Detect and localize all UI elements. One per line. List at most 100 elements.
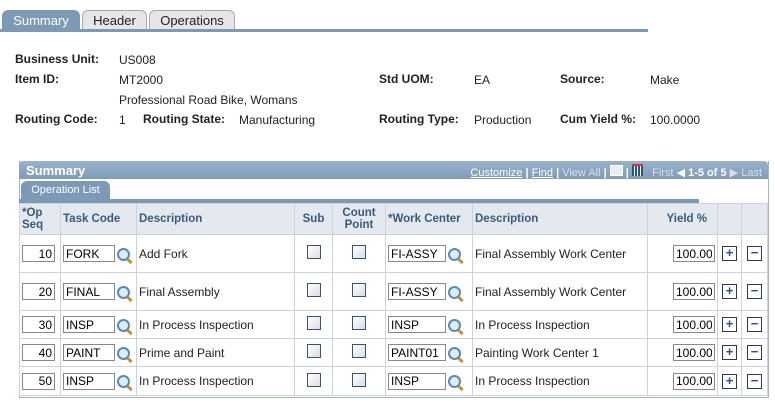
col-work-center: *Work Center xyxy=(385,203,473,235)
table-row: In Process Inspection In Process Inspect… xyxy=(19,366,768,396)
work-center-description: In Process Inspection xyxy=(472,310,648,339)
col-task-code: Task Code xyxy=(60,203,137,235)
lookup-icon[interactable] xyxy=(448,375,461,389)
col-op-seq: *Op Seq xyxy=(19,203,61,235)
task-code-input[interactable] xyxy=(63,245,115,262)
table-row: Final Assembly Final Assembly Work Cente… xyxy=(19,272,768,311)
op-seq-input[interactable] xyxy=(22,344,55,361)
sub-checkbox[interactable] xyxy=(306,344,321,358)
work-center-input[interactable] xyxy=(388,372,446,390)
page-tabs: Summary Header Operations xyxy=(0,8,648,30)
grid-nav: Customize | Find | View All | | First ◀ … xyxy=(470,164,762,179)
lookup-icon[interactable] xyxy=(448,318,461,332)
col-sub: Sub xyxy=(294,203,333,235)
count-point-checkbox[interactable] xyxy=(352,316,366,330)
count-point-checkbox[interactable] xyxy=(352,283,366,297)
delete-row-icon[interactable]: − xyxy=(747,345,762,360)
delete-row-icon[interactable]: − xyxy=(747,373,762,389)
work-center-description: Final Assembly Work Center xyxy=(472,272,648,311)
col-yield: Yield % xyxy=(647,203,718,235)
task-code-input[interactable] xyxy=(63,283,115,300)
separator: | xyxy=(603,167,607,179)
item-id-value: MT2000 xyxy=(119,73,164,87)
work-center-description: Painting Work Center 1 xyxy=(472,338,648,367)
delete-row-icon[interactable]: − xyxy=(747,246,762,261)
first-link: First xyxy=(652,167,674,179)
lookup-icon[interactable] xyxy=(448,346,461,360)
tab-operations[interactable]: Operations xyxy=(149,10,235,30)
count-point-checkbox[interactable] xyxy=(352,245,366,259)
lookup-icon[interactable] xyxy=(117,318,130,332)
yield-input[interactable] xyxy=(673,344,715,361)
op-seq-input[interactable] xyxy=(22,372,55,390)
lookup-icon[interactable] xyxy=(117,285,130,299)
yield-input[interactable] xyxy=(673,283,715,300)
add-row-icon[interactable]: + xyxy=(722,345,737,360)
next-icon: ▶ xyxy=(729,167,739,179)
lookup-icon[interactable] xyxy=(448,247,461,261)
task-code-input[interactable] xyxy=(63,316,115,333)
task-description: Prime and Paint xyxy=(136,338,295,367)
yield-input[interactable] xyxy=(673,372,715,390)
business-unit-value: US008 xyxy=(119,53,156,67)
work-center-description: Final Assembly Work Center xyxy=(472,234,648,273)
last-link: Last xyxy=(741,167,762,179)
task-description: In Process Inspection xyxy=(136,366,295,396)
tab-operation-list[interactable]: Operation List xyxy=(21,181,110,200)
lookup-icon[interactable] xyxy=(117,247,130,261)
separator: | xyxy=(625,167,629,179)
table-row: Prime and Paint Painting Work Center 1 +… xyxy=(19,338,768,367)
view-all-link: View All xyxy=(562,167,601,179)
lookup-icon[interactable] xyxy=(117,375,130,389)
sub-checkbox[interactable] xyxy=(306,372,321,387)
add-row-icon[interactable]: + xyxy=(722,373,737,389)
work-center-input[interactable] xyxy=(388,283,446,300)
sub-checkbox[interactable] xyxy=(306,283,321,297)
work-center-input[interactable] xyxy=(388,245,446,262)
yield-input[interactable] xyxy=(673,316,715,333)
tab-summary[interactable]: Summary xyxy=(2,10,80,30)
col-count-point: Count Point xyxy=(332,203,386,235)
table-row: In Process Inspection In Process Inspect… xyxy=(19,310,768,339)
work-center-input[interactable] xyxy=(388,344,446,361)
task-code-input[interactable] xyxy=(63,344,115,361)
yield-input[interactable] xyxy=(673,245,715,262)
lookup-icon[interactable] xyxy=(448,285,461,299)
op-seq-input[interactable] xyxy=(22,316,55,333)
col-add xyxy=(717,203,742,235)
new-window-icon[interactable] xyxy=(609,165,623,176)
task-description: Final Assembly xyxy=(136,272,295,311)
routing-code-label: Routing Code: xyxy=(15,112,98,126)
op-seq-input[interactable] xyxy=(22,283,55,300)
sub-checkbox[interactable] xyxy=(306,245,321,259)
work-center-input[interactable] xyxy=(388,316,446,333)
delete-row-icon[interactable]: − xyxy=(747,317,762,332)
add-row-icon[interactable]: + xyxy=(722,284,737,299)
grid-header: Summary Customize | Find | View All | | … xyxy=(19,161,768,179)
download-grid-icon[interactable] xyxy=(631,164,643,176)
find-link[interactable]: Find xyxy=(532,167,553,179)
task-code-input[interactable] xyxy=(63,372,115,390)
lookup-icon[interactable] xyxy=(117,346,130,360)
delete-row-icon[interactable]: − xyxy=(747,284,762,299)
add-row-icon[interactable]: + xyxy=(722,246,737,261)
separator: | xyxy=(556,167,560,179)
count-point-checkbox[interactable] xyxy=(352,372,366,387)
source-value: Make xyxy=(650,73,680,87)
sub-checkbox[interactable] xyxy=(306,316,321,330)
count-point-checkbox[interactable] xyxy=(352,344,366,358)
add-row-icon[interactable]: + xyxy=(722,317,737,332)
tab-header[interactable]: Header xyxy=(82,10,147,30)
routing-type-value: Production xyxy=(474,113,532,127)
cum-yield-label: Cum Yield %: xyxy=(560,112,637,126)
routing-state-label: Routing State: xyxy=(143,112,225,126)
business-unit-label: Business Unit: xyxy=(15,52,100,66)
std-uom-value: EA xyxy=(474,73,491,87)
routing-state-value: Manufacturing xyxy=(239,113,316,127)
col-wc-description: Description xyxy=(472,203,648,235)
task-description: In Process Inspection xyxy=(136,310,295,339)
cum-yield-value: 100.0000 xyxy=(650,113,701,127)
item-description: Professional Road Bike, Womans xyxy=(119,93,298,107)
op-seq-input[interactable] xyxy=(22,245,55,262)
customize-link[interactable]: Customize xyxy=(470,167,522,179)
